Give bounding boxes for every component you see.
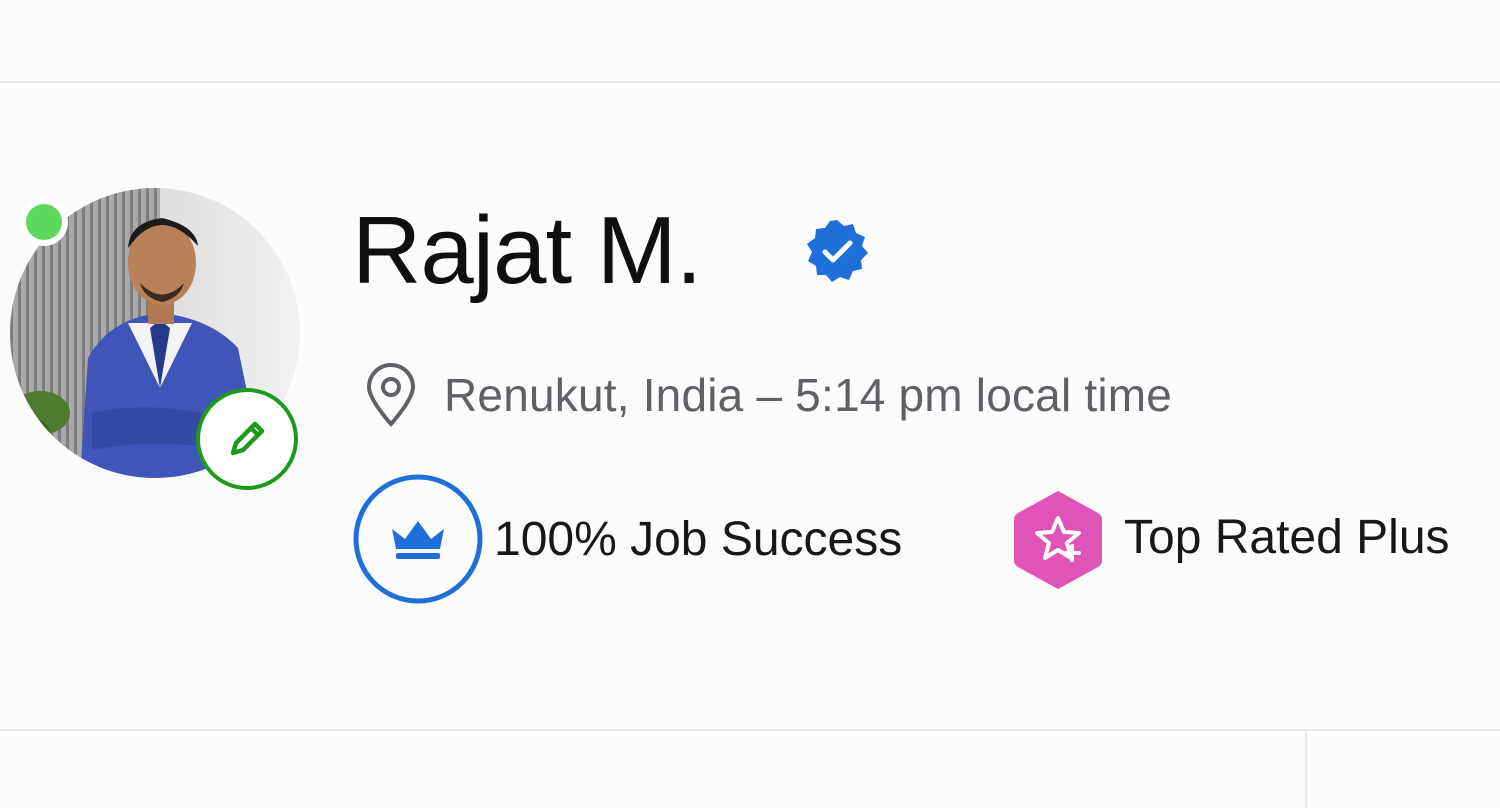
top-divider bbox=[0, 81, 1500, 83]
location-row: Renukut, India – 5:14 pm local time bbox=[364, 360, 1172, 430]
profile-header: Rajat M. Renukut, India – 5:14 pm local … bbox=[0, 0, 1500, 808]
verified-check-icon bbox=[807, 220, 868, 282]
avatar-container bbox=[10, 188, 300, 490]
crown-icon[interactable] bbox=[352, 473, 484, 605]
star-badge-icon[interactable] bbox=[1010, 488, 1106, 592]
pencil-icon bbox=[230, 421, 265, 456]
online-status-dot bbox=[20, 198, 68, 246]
location-text: Renukut, India – 5:14 pm local time bbox=[444, 369, 1173, 421]
map-pin-icon bbox=[366, 363, 416, 427]
column-divider bbox=[1305, 731, 1307, 808]
edit-photo-button[interactable] bbox=[196, 388, 298, 490]
top-rated-label: Top Rated Plus bbox=[1124, 511, 1450, 564]
bottom-divider bbox=[0, 729, 1500, 731]
job-success-label: 100% Job Success bbox=[494, 513, 903, 566]
profile-name: Rajat M. bbox=[352, 197, 702, 304]
